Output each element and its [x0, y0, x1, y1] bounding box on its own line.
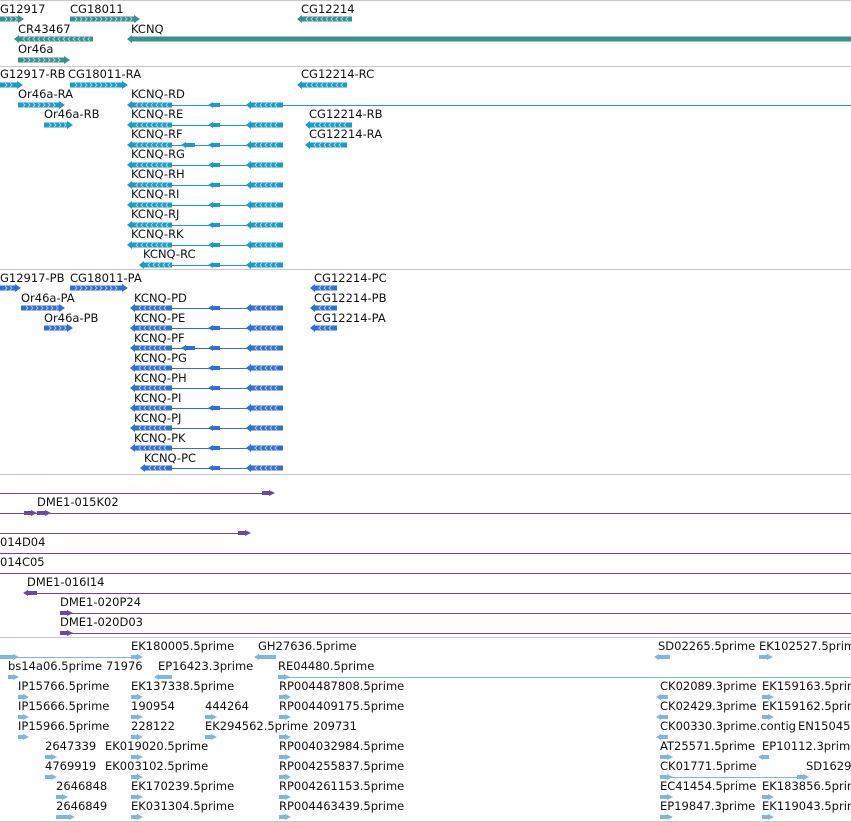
feature-label[interactable]: SD02265.5prime: [658, 640, 755, 653]
feature-label[interactable]: RP004255837.5prime: [279, 760, 404, 773]
exon-block: [56, 814, 75, 820]
feature-label[interactable]: EK159163.5prime: [762, 680, 851, 693]
feature-label[interactable]: EK031304.5prime: [131, 800, 234, 813]
feature-label[interactable]: AT25571.5prime: [660, 740, 755, 753]
feature-span-line: [27, 593, 851, 594]
feature-label[interactable]: EK102527.5prime: [759, 640, 851, 653]
strand-arrows: [131, 101, 851, 109]
exon-block: [44, 324, 73, 332]
feature-span-line: [0, 573, 851, 574]
exon-block: [70, 284, 128, 292]
feature-label[interactable]: EK183856.5prime: [762, 780, 851, 793]
strand-arrows: [144, 464, 283, 472]
exon-block: [44, 121, 73, 129]
feature-label[interactable]: EP16423.3prime: [158, 660, 253, 673]
feature-label[interactable]: EN15045: [798, 720, 850, 733]
exon-block: [18, 56, 70, 64]
feature-label[interactable]: 2646848: [56, 780, 107, 793]
feature-label[interactable]: RP004463439.5prime: [279, 800, 404, 813]
feature-label[interactable]: DME1-020D03: [60, 616, 143, 629]
feature-label[interactable]: CK01771.5prime: [660, 760, 757, 773]
exon-block: [758, 754, 769, 760]
feature-label[interactable]: 014D04: [0, 536, 45, 549]
feature-label[interactable]: RP004261153.5prime: [279, 780, 404, 793]
feature-label[interactable]: RE04480.5prime: [278, 660, 374, 673]
feature-label[interactable]: DME1-015K02: [37, 496, 119, 509]
feature-label[interactable]: EK119043.5prime: [762, 800, 851, 813]
exon-block: [60, 630, 73, 636]
exon-block: [131, 814, 143, 820]
track-separator: [0, 269, 851, 270]
feature-label[interactable]: 444264: [205, 700, 249, 713]
exon-block: [23, 590, 37, 596]
feature-span-line: [0, 533, 246, 534]
feature-label[interactable]: SD1629: [806, 760, 851, 773]
feature-span-line: [60, 633, 851, 634]
feature-label[interactable]: DME1-016I14: [27, 576, 105, 589]
feature-label[interactable]: EK019020.5prime: [105, 740, 208, 753]
feature-label[interactable]: 014C05: [0, 556, 45, 569]
exon-block: [654, 654, 670, 660]
exon-block: [660, 814, 673, 820]
feature-label[interactable]: EC41454.5prime: [660, 780, 756, 793]
exon-block: [279, 814, 291, 820]
exon-block: [18, 734, 29, 740]
feature-label[interactable]: EP19847.3prime: [660, 800, 755, 813]
feature-label[interactable]: CK02089.3prime: [660, 680, 757, 693]
feature-label[interactable]: DME1-020P24: [60, 596, 141, 609]
strand-arrows: [0, 509, 851, 517]
feature-label[interactable]: 190954: [131, 700, 175, 713]
feature-span-line: [278, 677, 851, 678]
track-separator: [0, 0, 851, 1]
exon-block: [762, 814, 774, 820]
feature-label[interactable]: EK294562.5prime: [205, 720, 308, 733]
feature-label[interactable]: 71976: [106, 660, 143, 673]
exon-block: [305, 141, 347, 149]
feature-label[interactable]: EK180005.5prime: [131, 640, 234, 653]
exon-block: [254, 654, 276, 660]
feature-label[interactable]: CK02429.3prime: [660, 700, 757, 713]
feature-label[interactable]: EK170239.5prime: [131, 780, 234, 793]
exon-block: [70, 81, 128, 89]
feature-label[interactable]: 2647339: [45, 740, 96, 753]
exon-block: [310, 324, 337, 332]
exon-block: [262, 490, 275, 496]
exon-block: [238, 530, 251, 536]
feature-label[interactable]: bs14a06.5prime: [8, 660, 102, 673]
feature-span-line: [60, 613, 851, 614]
genome-browser-view: G12917 CG18011 CG12214 CR43467 KCNQ Or46a G129…: [0, 0, 851, 822]
feature-label[interactable]: RP004409175.5prime: [279, 700, 404, 713]
feature-span-line: [0, 553, 851, 554]
feature-label[interactable]: GH27636.5prime: [258, 640, 357, 653]
strand-arrows: [143, 261, 283, 269]
feature-label[interactable]: 209731: [313, 720, 357, 733]
exon-block: [127, 35, 851, 43]
exon-block: [297, 81, 347, 89]
feature-span-line: [0, 493, 270, 494]
feature-label[interactable]: 4769919: [45, 760, 96, 773]
feature-label[interactable]: EK003102.5prime: [105, 760, 208, 773]
feature-label[interactable]: EP10112.3prime: [762, 740, 851, 753]
feature-label[interactable]: 2646849: [56, 800, 107, 813]
feature-label[interactable]: IP15966.5prime: [18, 720, 109, 733]
feature-label[interactable]: IP15666.5prime: [18, 700, 109, 713]
feature-label[interactable]: RP004487808.5prime: [279, 680, 404, 693]
exon-block: [759, 654, 773, 660]
feature-label[interactable]: RP004032984.5prime: [279, 740, 404, 753]
exon-block: [297, 15, 352, 23]
exon-block: [0, 284, 21, 292]
track-separator: [0, 474, 851, 475]
feature-label[interactable]: EK159162.5prime: [762, 700, 851, 713]
feature-label[interactable]: IP15766.5prime: [18, 680, 109, 693]
feature-label[interactable]: CK00330.3prime.contig: [660, 720, 796, 733]
feature-label[interactable]: 228122: [131, 720, 175, 733]
track-separator: [0, 637, 851, 638]
feature-label[interactable]: EK137338.5prime: [131, 680, 234, 693]
